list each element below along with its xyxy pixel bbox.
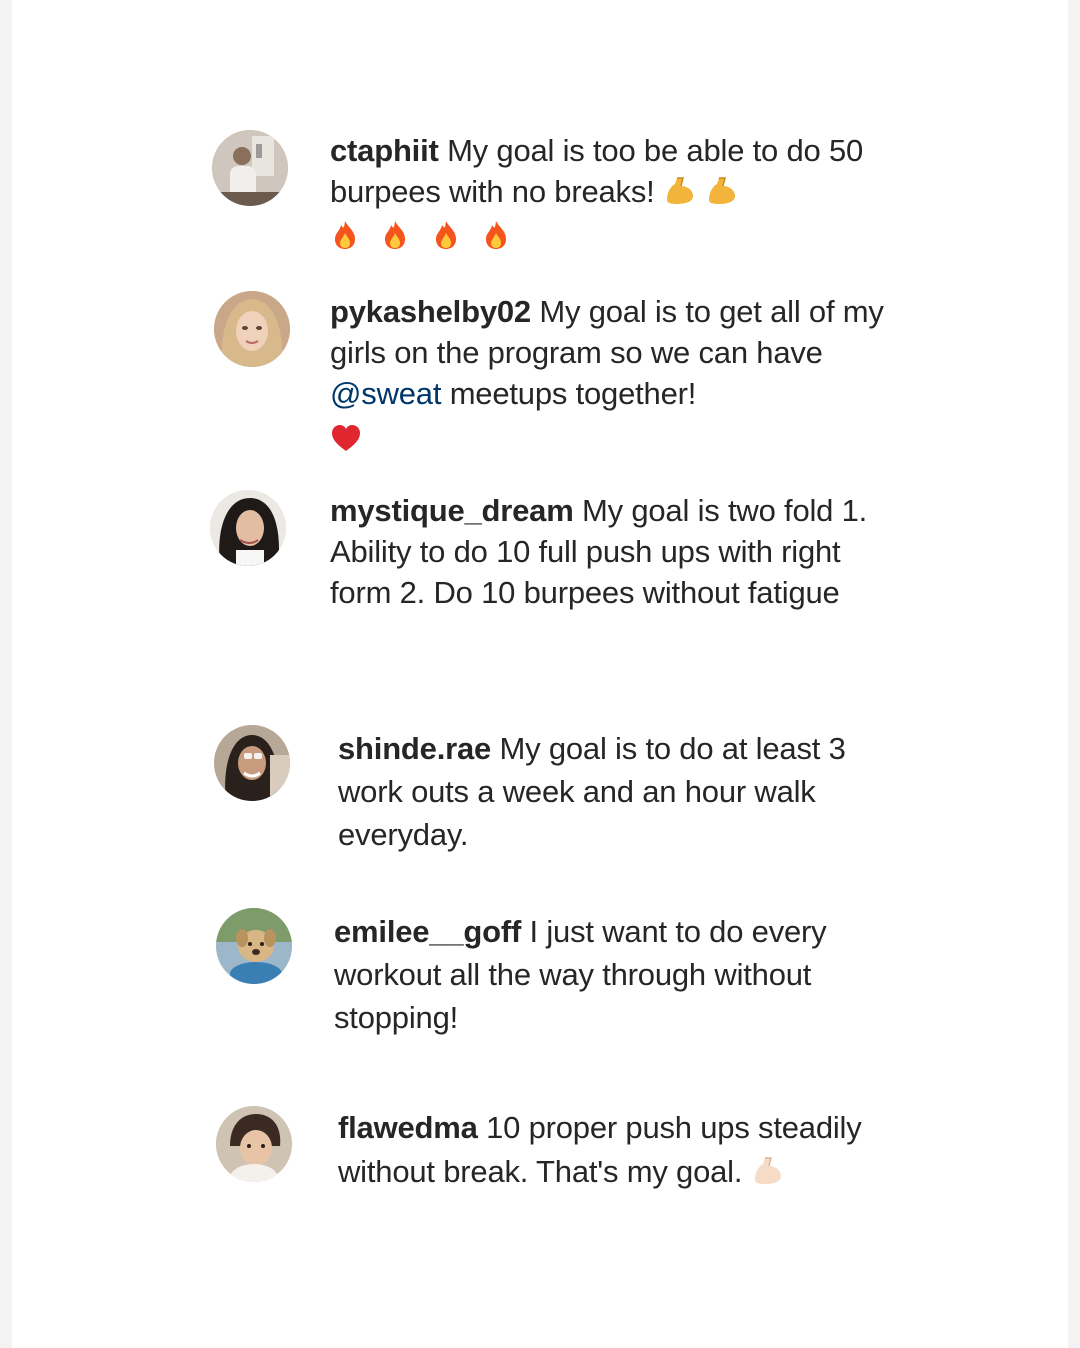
- avatar[interactable]: [216, 1106, 292, 1182]
- heart-icon: [330, 423, 362, 453]
- comment-username[interactable]: shinde.rae: [338, 731, 491, 766]
- comments-card: ctaphiit My goal is too be able to do 50…: [12, 0, 1068, 1348]
- comment-text: emilee__goff I just want to do every wor…: [334, 910, 894, 1039]
- comment-body-continued: meetups together!: [449, 376, 697, 411]
- comment-username[interactable]: flawedma: [338, 1110, 478, 1145]
- avatar[interactable]: [214, 725, 290, 801]
- mention-link[interactable]: @sweat: [330, 376, 441, 411]
- comment-text: pykashelby02 My goal is to get all of my…: [330, 291, 890, 459]
- flexed-biceps-icon: [751, 1154, 785, 1186]
- comment-username[interactable]: ctaphiit: [330, 133, 439, 168]
- avatar[interactable]: [216, 908, 292, 984]
- comment-text: shinde.rae My goal is to do at least 3 w…: [338, 727, 898, 856]
- flexed-biceps-icon: [705, 174, 739, 206]
- comment-username[interactable]: emilee__goff: [334, 914, 521, 949]
- comment-text: mystique_dream My goal is two fold 1. Ab…: [330, 490, 890, 613]
- comment-text: flawedma 10 proper push ups steadily wit…: [338, 1106, 878, 1194]
- comment-username[interactable]: mystique_dream: [330, 493, 574, 528]
- emoji-row: [330, 216, 890, 257]
- emoji-row: [330, 418, 890, 459]
- avatar[interactable]: [212, 130, 288, 206]
- fire-icon: [330, 219, 360, 251]
- fire-icon: [431, 219, 461, 251]
- comment-username[interactable]: pykashelby02: [330, 294, 531, 329]
- fire-icon: [380, 219, 410, 251]
- avatar[interactable]: [210, 490, 286, 566]
- avatar[interactable]: [214, 291, 290, 367]
- flexed-biceps-icon: [663, 174, 697, 206]
- comment-text: ctaphiit My goal is too be able to do 50…: [330, 130, 890, 257]
- fire-icon: [481, 219, 511, 251]
